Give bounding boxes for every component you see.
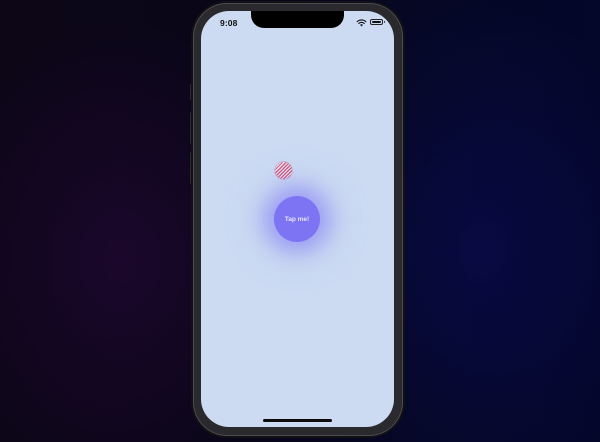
- wifi-icon: [356, 19, 367, 27]
- phone-screen: 9:08 Tap me!: [201, 11, 394, 427]
- tap-me-button-label: Tap me!: [284, 215, 310, 223]
- home-indicator[interactable]: [263, 419, 332, 422]
- battery-icon: [370, 19, 385, 25]
- tap-me-button[interactable]: Tap me!: [274, 196, 320, 242]
- patterned-ball-icon: [275, 162, 292, 179]
- notch: [251, 11, 344, 28]
- status-bar-time: 9:08: [220, 18, 238, 28]
